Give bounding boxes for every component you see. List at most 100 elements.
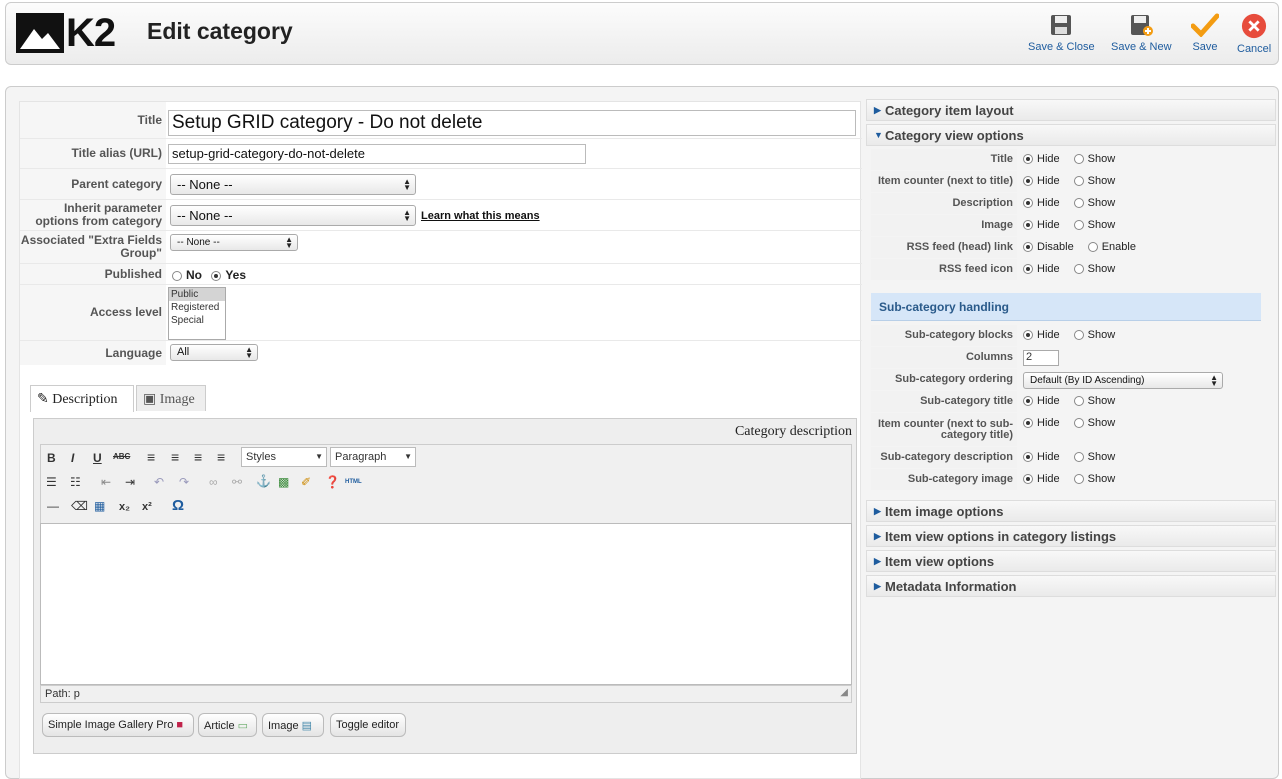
strikethrough-icon[interactable]: ABC [113,452,130,461]
columns-input[interactable]: 2 [1023,350,1059,366]
styles-label: Styles [246,451,276,463]
table-icon[interactable]: ▦ [94,499,105,513]
horizontal-rule-icon[interactable]: — [47,499,59,513]
section-metadata-information[interactable]: ▶ Metadata Information [866,575,1276,597]
insert-image-icon[interactable]: ▩ [278,475,289,489]
article-button[interactable]: Article ▭ [198,713,257,737]
superscript-icon[interactable]: x² [142,501,152,513]
radio-show[interactable] [1073,198,1084,209]
access-option-registered[interactable]: Registered [169,301,225,314]
help-icon[interactable]: ❓ [325,475,340,489]
link-icon[interactable]: ∞ [209,475,218,489]
alias-input[interactable]: setup-grid-category-do-not-delete [168,144,586,164]
editor-content-area[interactable] [40,523,852,685]
main-panel: Title Setup GRID category - Do not delet… [5,86,1279,779]
radio-hide[interactable] [1023,396,1033,407]
html-icon[interactable]: HTML [345,479,362,485]
toggle-editor-button[interactable]: Toggle editor [330,713,406,737]
section-item-image-options[interactable]: ▶ Item image options [866,500,1276,522]
option-label: Sub-category title [871,391,1017,412]
language-select[interactable]: All ▲ ▼ [170,344,258,361]
radio-hide[interactable] [1023,330,1033,341]
access-label: Access level [20,285,166,340]
anchor-icon[interactable]: ⚓ [256,474,271,488]
radio-hide[interactable] [1023,418,1033,429]
published-yes-radio[interactable] [211,270,222,281]
align-left-icon[interactable]: ≡ [147,449,155,465]
parent-select[interactable]: -- None -- ▲ ▼ [170,174,416,195]
radio-enable[interactable] [1087,242,1098,253]
pencil-icon: ✎ [37,392,49,407]
resize-handle-icon[interactable]: ◢ [840,687,848,698]
radio-show[interactable] [1073,396,1084,407]
radio-hide[interactable] [1023,220,1033,231]
section-category-view-options[interactable]: ▼ Category view options [866,124,1276,146]
radio-hide[interactable] [1023,474,1033,485]
picture-icon: ▣ [143,392,157,407]
radio-show[interactable] [1073,154,1084,165]
radio-show[interactable] [1073,452,1084,463]
access-option-public[interactable]: Public [169,288,225,301]
extra-fields-label: Associated "Extra Fields Group" [20,231,166,263]
radio-hide[interactable] [1023,264,1033,275]
option-row: Item counter (next to title) Hide Show [871,171,1261,193]
underline-icon[interactable]: U [93,451,102,465]
editor-heading: Category description [734,424,852,439]
rich-text-editor: Category description B I U ABC ≡ ≡ ≡ ≡ S… [33,418,857,754]
justify-icon[interactable]: ≡ [217,449,225,465]
image-button[interactable]: Image ▤ [262,713,324,737]
radio-hide[interactable] [1023,452,1033,463]
radio-hide[interactable] [1023,176,1033,187]
section-item-view-options-listings[interactable]: ▶ Item view options in category listings [866,525,1276,547]
radio-show[interactable] [1073,330,1084,341]
numbered-list-icon[interactable]: ☷ [70,475,81,489]
inherit-select[interactable]: -- None -- ▲ ▼ [170,205,416,226]
save-new-button[interactable]: Save & New [1111,13,1172,53]
extra-fields-select[interactable]: -- None -- ▲ ▼ [170,234,298,251]
subscript-icon[interactable]: x₂ [119,501,130,513]
bullet-list-icon[interactable]: ☰ [46,475,57,489]
simple-image-gallery-button[interactable]: Simple Image Gallery Pro ■ [42,713,194,737]
option-row: Description Hide Show [871,193,1261,215]
title-input[interactable]: Setup GRID category - Do not delete [168,110,856,136]
radio-show[interactable] [1073,418,1084,429]
radio-b-label: Show [1087,175,1116,187]
tab-image[interactable]: ▣ Image [136,385,206,411]
align-center-icon[interactable]: ≡ [171,449,179,465]
remove-format-icon[interactable]: ⌫ [71,499,88,513]
save-button[interactable]: Save [1191,13,1219,53]
special-char-icon[interactable]: Ω [172,497,184,514]
indent-icon[interactable]: ⇥ [125,475,135,489]
unlink-icon[interactable]: ⚯ [232,475,242,489]
radio-hide[interactable] [1023,198,1033,209]
italic-icon[interactable]: I [71,451,74,465]
outdent-icon[interactable]: ⇤ [101,475,111,489]
option-row: Item counter (next to sub-category title… [871,413,1261,447]
format-dropdown[interactable]: Paragraph ▼ [330,447,416,467]
redo-icon[interactable]: ↷ [179,475,189,489]
save-close-button[interactable]: Save & Close [1028,13,1095,53]
cancel-button[interactable]: Cancel [1237,13,1271,55]
cancel-icon [1242,13,1267,39]
radio-show[interactable] [1073,474,1084,485]
tab-description[interactable]: ✎ Description [30,385,134,412]
radio-disable[interactable] [1023,242,1033,253]
access-option-special[interactable]: Special [169,314,225,327]
access-listbox[interactable]: Public Registered Special [168,287,226,340]
radio-show[interactable] [1073,220,1084,231]
align-right-icon[interactable]: ≡ [194,449,202,465]
radio-hide[interactable] [1023,154,1033,165]
undo-icon[interactable]: ↶ [154,475,164,489]
section-category-item-layout[interactable]: ▶ Category item layout [866,99,1276,121]
section-item-view-options[interactable]: ▶ Item view options [866,550,1276,572]
radio-show[interactable] [1073,264,1084,275]
published-no-radio[interactable] [172,270,182,281]
ordering-select[interactable]: Default (By ID Ascending) ▲ ▼ [1023,372,1223,389]
styles-dropdown[interactable]: Styles ▼ [241,447,327,467]
learn-more-link[interactable]: Learn what this means [421,210,540,222]
editor-path: Path: p [45,688,80,700]
image-button-label: Image [268,720,299,732]
cleanup-icon[interactable]: ✐ [301,475,311,489]
bold-icon[interactable]: B [47,451,56,465]
radio-show[interactable] [1073,176,1084,187]
